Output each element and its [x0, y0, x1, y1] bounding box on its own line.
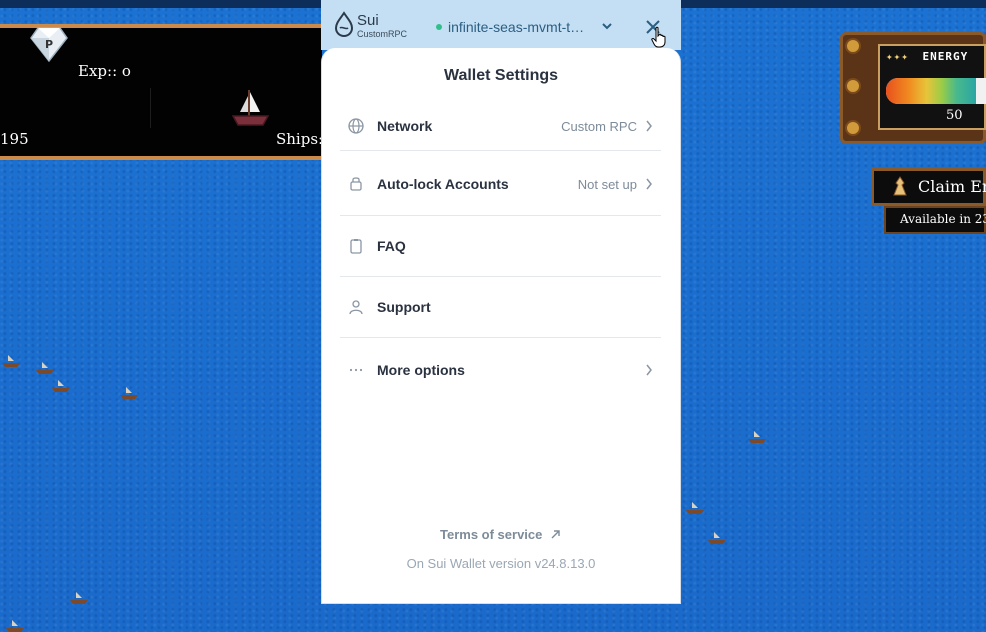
globe-icon — [348, 118, 364, 134]
boat-icon — [6, 620, 24, 632]
menu-divider — [340, 150, 661, 151]
ship-icon — [231, 90, 270, 126]
menu-divider — [340, 337, 661, 338]
energy-bar-fill — [886, 78, 976, 104]
menu-item-label: More options — [377, 362, 465, 378]
energy-title: ENERGY — [922, 50, 969, 63]
stats-divider — [150, 88, 151, 128]
menu-item-value: Custom RPC — [561, 119, 637, 134]
external-link-arrow-icon[interactable] — [551, 530, 560, 539]
menu-item-label: Support — [377, 299, 431, 315]
diamond-p-icon: P — [30, 27, 68, 62]
chevron-right-icon — [646, 364, 652, 376]
person-icon — [349, 300, 363, 315]
boat-icon — [70, 592, 88, 604]
menu-item-label: FAQ — [377, 238, 406, 254]
exp-text: Exp:: o — [78, 62, 131, 80]
menu-divider — [340, 215, 661, 216]
wallet-version-text: On Sui Wallet version v24.8.13.0 — [406, 556, 596, 571]
terms-of-service-link[interactable]: Terms of service — [440, 527, 542, 542]
wallet-brand: Sui — [357, 12, 379, 29]
boat-icon — [2, 355, 20, 367]
frame-bolt-icon — [845, 38, 861, 54]
claim-timer-text: Available in 23:1 — [900, 212, 986, 226]
boat-icon — [748, 431, 766, 443]
boat-icon — [36, 362, 54, 374]
menu-item-label: Auto-lock Accounts — [377, 176, 509, 192]
resource-count-text: 195 — [0, 130, 29, 148]
clipboard-icon — [350, 239, 362, 254]
hand-cursor-icon — [651, 26, 666, 48]
frame-bolt-icon — [845, 78, 861, 94]
menu-item-label: Network — [377, 118, 433, 134]
menu-item-faq[interactable]: FAQ — [340, 218, 661, 274]
wallet-settings-title: Wallet Settings — [443, 67, 559, 84]
sui-logo-icon — [334, 11, 354, 37]
menu-item-support[interactable]: Support — [340, 279, 661, 335]
more-dots-icon — [349, 368, 363, 372]
svg-text:P: P — [45, 38, 53, 51]
chevron-right-icon — [646, 178, 652, 190]
chevron-right-icon — [646, 120, 652, 132]
energy-value: 50 — [946, 108, 963, 123]
lock-icon — [350, 177, 362, 191]
network-selector[interactable]: infinite-seas-mvmt-t… — [448, 19, 584, 35]
boat-icon — [52, 380, 70, 392]
menu-divider — [340, 276, 661, 277]
boat-icon — [120, 387, 138, 399]
menu-item-auto-lock[interactable]: Auto-lock Accounts Not set up — [340, 155, 661, 211]
energy-label: ✦✦✦ ENERGY — [886, 50, 968, 63]
wallet-brand-sub: CustomRPC — [357, 29, 408, 39]
claim-lantern-icon — [893, 176, 907, 196]
chevron-down-icon[interactable] — [601, 21, 613, 31]
boat-icon — [686, 502, 704, 514]
boat-icon — [708, 532, 726, 544]
menu-item-value: Not set up — [577, 177, 637, 192]
energy-stars: ✦✦✦ — [886, 50, 909, 63]
energy-bar — [886, 78, 986, 104]
menu-item-network[interactable]: Network Custom RPC — [340, 98, 661, 154]
claim-energy-label: Claim En — [918, 177, 986, 196]
frame-bolt-icon — [845, 120, 861, 136]
menu-item-more-options[interactable]: More options — [340, 342, 661, 398]
network-status-dot — [436, 24, 442, 30]
